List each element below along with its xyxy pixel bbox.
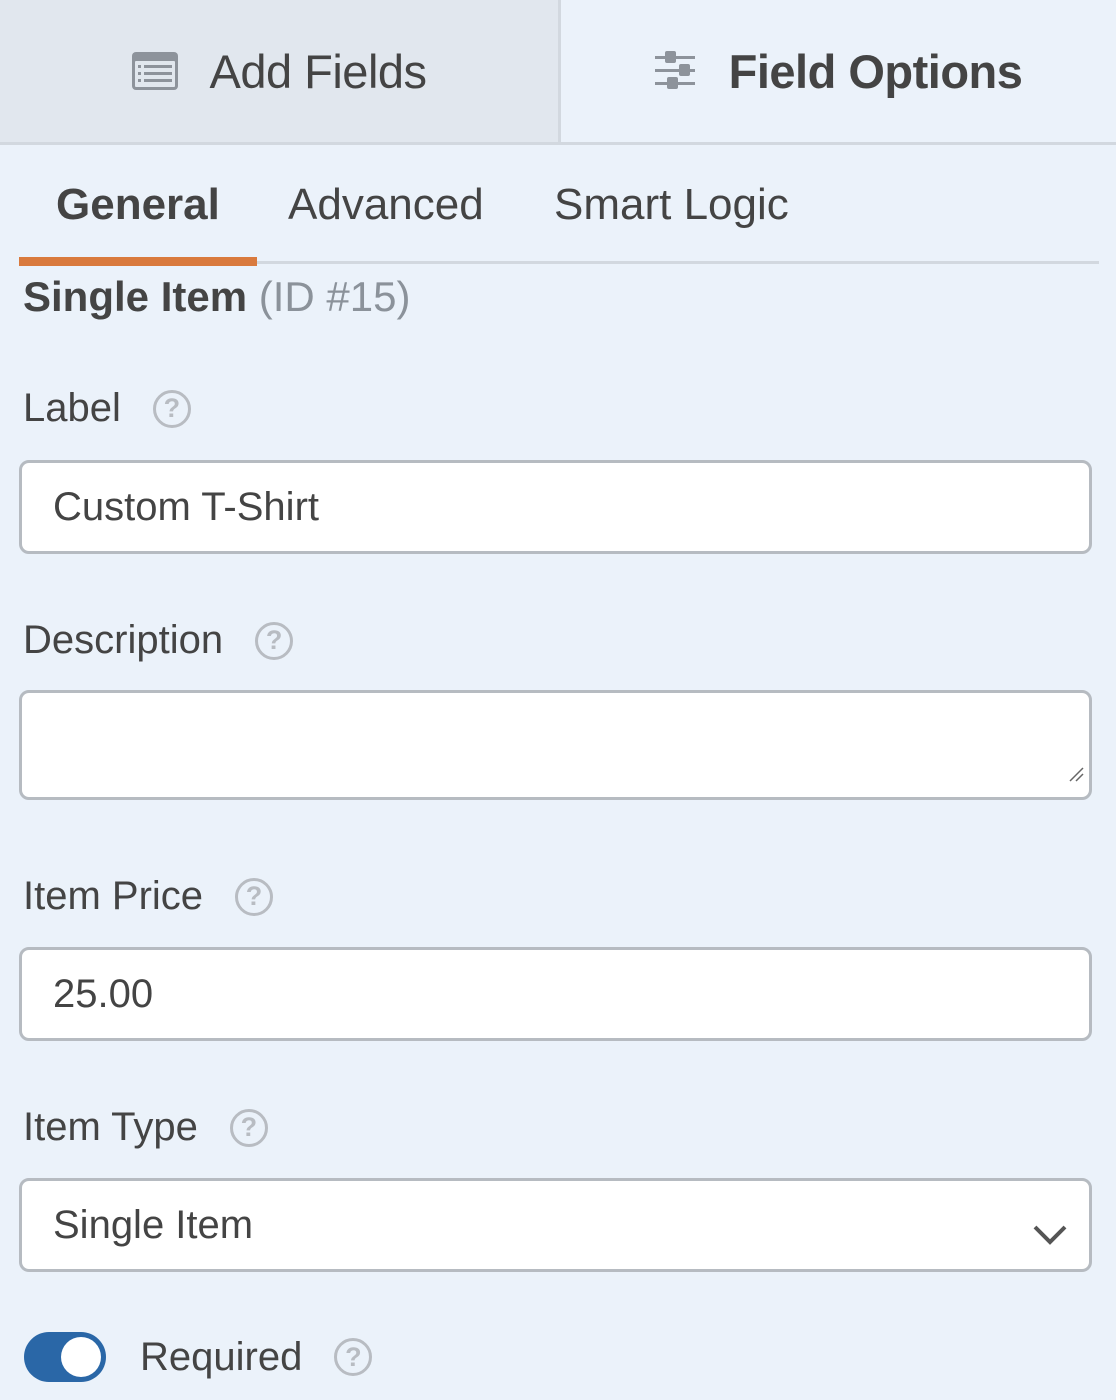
panel-tabs: Add Fields Field Options: [0, 0, 1116, 145]
list-icon: [131, 51, 179, 91]
required-row: Required ?: [24, 1332, 373, 1382]
tab-add-fields-label: Add Fields: [209, 44, 427, 98]
label-field-label-text: Label: [23, 386, 121, 430]
help-icon[interactable]: ?: [255, 621, 294, 660]
item-type-select[interactable]: Single Item: [19, 1178, 1092, 1272]
field-type-title: Single Item: [23, 273, 248, 320]
tab-field-options[interactable]: Field Options: [561, 0, 1116, 142]
chevron-down-icon: [1033, 1211, 1067, 1256]
tab-general[interactable]: General: [19, 180, 257, 266]
toggle-knob: [61, 1337, 101, 1377]
item-type-field-label: Item Type ?: [23, 1105, 268, 1150]
label-field-label: Label ?: [23, 386, 191, 431]
help-icon[interactable]: ?: [229, 1108, 268, 1147]
item-type-field-label-text: Item Type: [23, 1105, 198, 1149]
resize-handle-icon[interactable]: [1067, 748, 1085, 793]
required-toggle[interactable]: [24, 1332, 106, 1382]
tab-smart-logic[interactable]: Smart Logic: [554, 180, 789, 260]
label-input[interactable]: Custom T-Shirt: [19, 460, 1092, 554]
tab-smart-logic-label: Smart Logic: [554, 180, 789, 229]
help-icon[interactable]: ?: [334, 1338, 373, 1376]
sliders-icon: [654, 51, 699, 91]
item-type-selected: Single Item: [53, 1202, 254, 1247]
tab-advanced-label: Advanced: [288, 180, 484, 229]
tab-add-fields[interactable]: Add Fields: [0, 0, 561, 142]
price-field-label-text: Item Price: [23, 874, 204, 918]
price-field-label: Item Price ?: [23, 874, 274, 919]
description-field-label: Description ?: [23, 618, 294, 663]
tab-field-options-label: Field Options: [728, 44, 1023, 98]
required-label: Required: [140, 1334, 303, 1379]
tab-general-label: General: [56, 180, 220, 229]
field-id: (ID #15): [258, 273, 411, 320]
help-icon[interactable]: ?: [235, 877, 274, 916]
help-icon[interactable]: ?: [152, 389, 191, 428]
tab-advanced[interactable]: Advanced: [288, 180, 484, 260]
label-input-value: Custom T-Shirt: [53, 484, 319, 529]
price-input-value: 25.00: [53, 971, 154, 1016]
price-input[interactable]: 25.00: [19, 947, 1092, 1041]
active-tab-indicator: [19, 257, 257, 266]
description-textarea[interactable]: [19, 690, 1092, 800]
field-options-subtabs: General Advanced Smart Logic: [19, 150, 1099, 266]
field-heading: Single Item (ID #15): [23, 273, 410, 321]
description-field-label-text: Description: [23, 618, 224, 662]
